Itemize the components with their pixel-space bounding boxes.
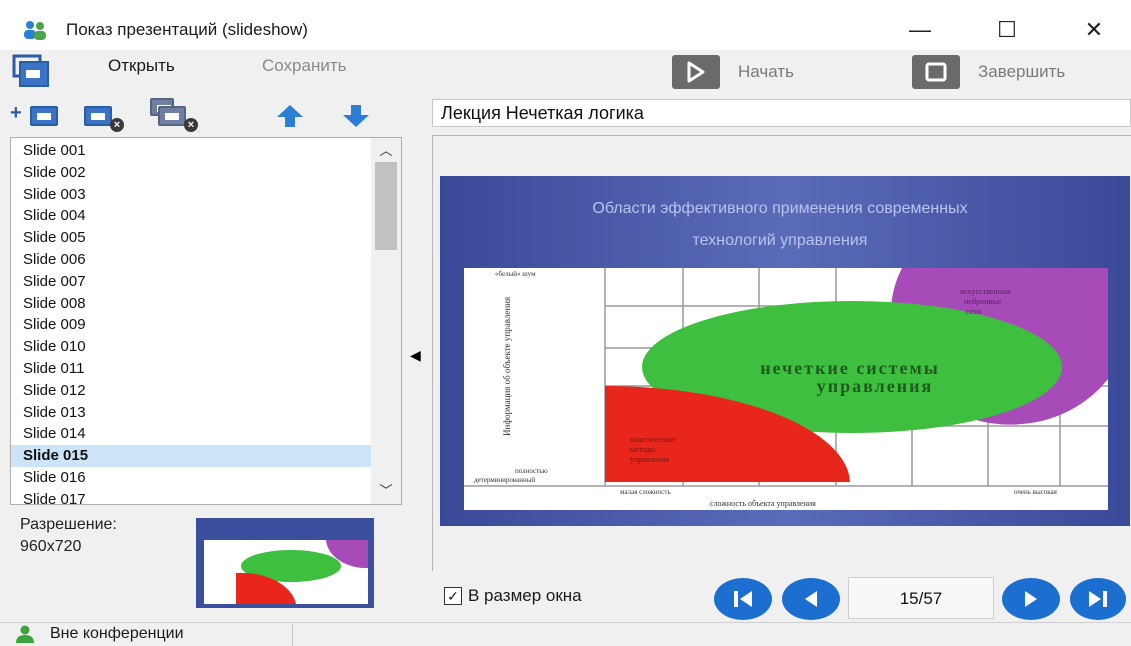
stop-icon — [912, 55, 960, 89]
slide-preview: Области эффективного применения современ… — [440, 176, 1130, 526]
slide-list-item[interactable]: Slide 002 — [11, 162, 371, 184]
skip-forward-icon — [1089, 591, 1107, 607]
fuzzy-label-1: нечеткие системы — [760, 358, 940, 378]
window-title: Показ презентаций (slideshow) — [66, 20, 308, 39]
white-noise-label: «белый» шум — [495, 270, 536, 278]
resolution-value: 960x720 — [20, 538, 82, 555]
slide-list[interactable]: Slide 001 Slide 002 Slide 003 Slide 004 Slid… — [10, 137, 402, 505]
slide-list-item[interactable]: Slide 014 — [11, 423, 371, 445]
slide-canvas: Области эффективного применения современ… — [440, 176, 1130, 526]
open-button[interactable]: Открыть — [108, 56, 175, 76]
panel-splitter[interactable]: ◀ — [404, 137, 430, 603]
slide-tools: + × × — [0, 98, 400, 132]
deterministic-label-1: полностью — [515, 467, 548, 475]
open-presentation-icon[interactable] — [12, 54, 52, 90]
stop-button[interactable]: Завершить — [912, 54, 1112, 90]
previous-icon — [805, 591, 817, 607]
slide-list-items: Slide 001 Slide 002 Slide 003 Slide 004 Slid… — [11, 140, 371, 504]
deterministic-label-2: детерминированный — [474, 476, 535, 484]
slide-list-item[interactable]: Slide 015 — [11, 445, 371, 467]
page-indicator: 15/57 — [848, 577, 994, 619]
checkbox-check-icon[interactable]: ✓ — [444, 587, 462, 605]
move-down-icon[interactable] — [342, 104, 370, 128]
next-icon — [1025, 591, 1037, 607]
stop-label: Завершить — [978, 62, 1066, 81]
play-icon — [672, 55, 720, 89]
skip-back-icon — [734, 591, 752, 607]
slide-list-item[interactable]: Slide 012 — [11, 380, 371, 402]
scroll-down-icon[interactable]: ﹀ — [371, 480, 401, 502]
user-status-icon — [16, 625, 34, 643]
slide-list-item[interactable]: Slide 001 — [11, 140, 371, 162]
fit-window-label: В размер окна — [468, 586, 582, 605]
start-button[interactable]: Начать — [672, 54, 832, 90]
x-axis-label: сложность объекта управления — [710, 499, 816, 508]
slide-list-item[interactable]: Slide 008 — [11, 293, 371, 315]
move-up-icon[interactable] — [276, 104, 304, 128]
next-slide-button[interactable] — [1002, 578, 1060, 620]
slide-heading-1: Области эффективного применения современ… — [592, 200, 967, 217]
fit-window-checkbox[interactable]: ✓ В размер окна — [444, 586, 582, 606]
minimize-button[interactable]: — — [890, 12, 950, 48]
maximize-button[interactable]: ☐ — [977, 12, 1037, 48]
title-bar: Показ презентаций (slideshow) — ☐ ✕ — [0, 0, 1131, 50]
slide-list-item[interactable]: Slide 004 — [11, 205, 371, 227]
presentation-title-input[interactable] — [432, 99, 1131, 127]
slide-list-item[interactable]: Slide 003 — [11, 184, 371, 206]
slide-heading-2: технологий управления — [693, 232, 868, 249]
x-low-label: малая сложность — [620, 488, 671, 496]
clear-slides-button[interactable] — [158, 106, 186, 126]
neural-label-3: сети — [966, 307, 982, 316]
slide-list-item[interactable]: Slide 007 — [11, 271, 371, 293]
scroll-up-icon[interactable]: ︿ — [371, 140, 401, 162]
scrollbar[interactable]: ︿ ﹀ — [371, 138, 401, 504]
add-slide-icon[interactable]: + — [10, 102, 22, 125]
status-separator — [292, 624, 293, 646]
close-button[interactable]: ✕ — [1064, 12, 1124, 48]
start-label: Начать — [738, 62, 794, 81]
neural-label-1: искусственные — [960, 287, 1011, 296]
fuzzy-label-2: управления — [817, 376, 933, 396]
scroll-thumb[interactable] — [375, 162, 397, 250]
previous-slide-button[interactable] — [782, 578, 840, 620]
slide-list-item[interactable]: Slide 009 — [11, 314, 371, 336]
remove-slide-button[interactable] — [84, 106, 112, 126]
y-axis-label: Информация об объекте управления — [502, 297, 512, 436]
save-button[interactable]: Сохранить — [262, 56, 346, 76]
resolution-label: Разрешение: — [20, 516, 117, 533]
slide-list-item[interactable]: Slide 011 — [11, 358, 371, 380]
slide-list-item[interactable]: Slide 016 — [11, 467, 371, 489]
status-text: Вне конференции — [50, 625, 184, 642]
neural-label-2: нейронные — [964, 297, 1002, 306]
classical-label-1: классические — [630, 435, 676, 444]
slide-list-item[interactable]: Slide 017 — [11, 489, 371, 504]
slide-list-item[interactable]: Slide 013 — [11, 402, 371, 424]
slide-list-item[interactable]: Slide 006 — [11, 249, 371, 271]
slide-list-item[interactable]: Slide 005 — [11, 227, 371, 249]
collapse-arrow-icon[interactable]: ◀ — [410, 347, 421, 364]
slide-thumbnail — [196, 518, 374, 608]
x-high-label: очень высокая — [1014, 488, 1058, 496]
classical-label-3: управления — [630, 455, 670, 464]
remove-badge-icon: × — [110, 118, 124, 132]
clear-badge-icon: × — [184, 118, 198, 132]
add-slide-button[interactable] — [30, 106, 58, 126]
slide-list-item[interactable]: Slide 010 — [11, 336, 371, 358]
users-icon — [24, 21, 46, 40]
classical-label-2: методы — [630, 445, 656, 454]
first-slide-button[interactable] — [714, 578, 772, 620]
last-slide-button[interactable] — [1070, 578, 1126, 620]
